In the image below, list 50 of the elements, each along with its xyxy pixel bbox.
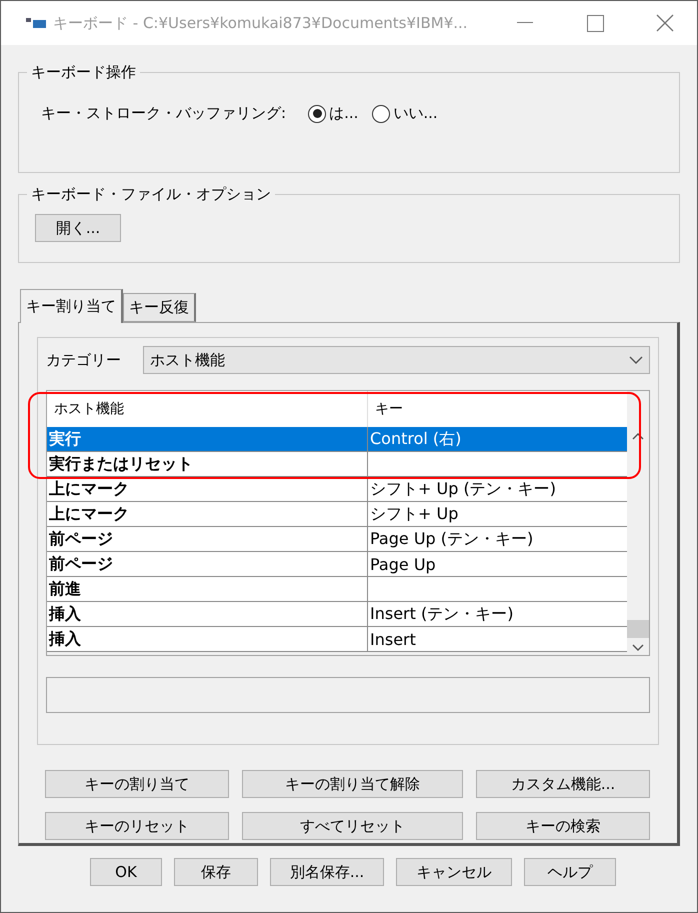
column-header[interactable]: ホスト機能 bbox=[47, 391, 368, 427]
dialog-button[interactable]: ヘルプ bbox=[524, 858, 616, 886]
action-button[interactable]: キーの割り当て解除 bbox=[242, 770, 463, 798]
scroll-thumb[interactable] bbox=[627, 620, 649, 638]
minimize-icon[interactable] bbox=[517, 22, 533, 24]
function-cell[interactable]: 前ページ bbox=[47, 527, 368, 552]
key-cell[interactable] bbox=[368, 452, 627, 477]
key-cell[interactable] bbox=[368, 577, 627, 602]
maximize-icon[interactable] bbox=[586, 14, 604, 32]
buffering-label: キー・ストローク・バッファリング: bbox=[41, 104, 286, 123]
function-cell[interactable]: 上にマーク bbox=[47, 477, 368, 502]
function-cell[interactable]: 上にマーク bbox=[47, 502, 368, 527]
tab[interactable]: キー反復 bbox=[123, 293, 196, 322]
group-legend: キーボード・ファイル・オプション bbox=[27, 185, 275, 204]
action-button[interactable]: カスタム機能... bbox=[476, 770, 650, 798]
scroll-down-icon bbox=[632, 644, 644, 651]
function-cell[interactable]: 前進 bbox=[47, 577, 368, 602]
radio-option[interactable]: いい... bbox=[372, 104, 438, 123]
category-label: カテゴリー bbox=[46, 350, 121, 370]
category-dropdown[interactable]: ホスト機能 bbox=[143, 346, 650, 374]
action-button[interactable]: キーの検索 bbox=[476, 812, 650, 840]
chevron-down-icon bbox=[629, 356, 643, 364]
key-cell[interactable]: Page Up (テン・キー) bbox=[368, 527, 627, 552]
dialog-button[interactable]: 保存 bbox=[174, 858, 258, 886]
dialog-button[interactable]: OK bbox=[90, 858, 162, 886]
keyboard-app-icon bbox=[25, 16, 47, 30]
action-button[interactable]: すべてリセット bbox=[242, 812, 463, 840]
key-cell[interactable]: Insert (テン・キー) bbox=[368, 602, 627, 627]
window-title: キーボード - C:¥Users¥komukai873¥Documents¥IBM¥... bbox=[53, 14, 469, 32]
column-header[interactable]: キー bbox=[368, 391, 627, 427]
dialog-button[interactable]: キャンセル bbox=[396, 858, 512, 886]
function-cell[interactable]: 前ページ bbox=[47, 552, 368, 577]
function-cell[interactable]: 挿入 bbox=[47, 602, 368, 627]
group-legend: キーボード操作 bbox=[27, 63, 140, 82]
function-cell[interactable]: 挿入 bbox=[47, 627, 368, 652]
tab[interactable]: キー割り当て bbox=[20, 289, 123, 323]
scroll-up-icon bbox=[632, 433, 644, 440]
action-button[interactable]: キーのリセット bbox=[45, 812, 229, 840]
radio-option[interactable]: は... bbox=[308, 104, 358, 123]
key-cell[interactable]: シフト+ Up bbox=[368, 502, 627, 527]
key-cell[interactable]: シフト+ Up (テン・キー) bbox=[368, 477, 627, 502]
function-cell[interactable]: 実行またはリセット bbox=[47, 452, 368, 477]
dialog-button[interactable]: 別名保存... bbox=[270, 858, 384, 886]
action-button[interactable]: キーの割り当て bbox=[45, 770, 229, 798]
close-icon[interactable] bbox=[656, 14, 674, 32]
open-button[interactable]: 開く... bbox=[35, 214, 121, 242]
key-cell[interactable]: Control (右) bbox=[368, 427, 627, 452]
key-cell[interactable]: Insert bbox=[368, 627, 627, 652]
key-cell[interactable]: Page Up bbox=[368, 552, 627, 577]
function-cell[interactable]: 実行 bbox=[47, 427, 368, 452]
